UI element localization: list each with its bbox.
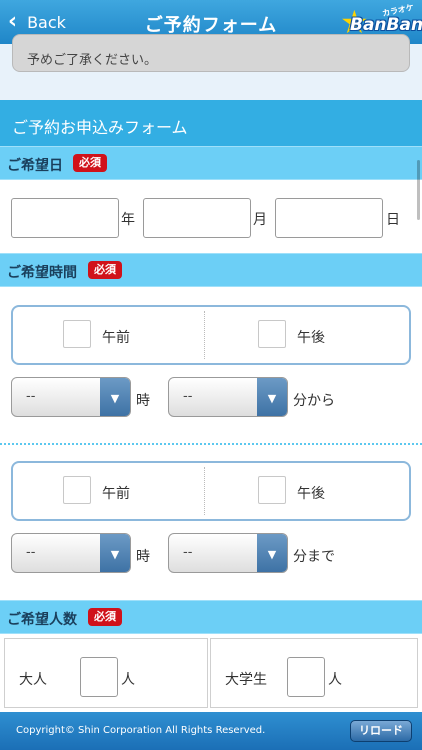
pm-label: 午後 [297, 330, 325, 346]
required-badge: 必須 [88, 261, 122, 279]
section-time: ご希望時間 必須 [0, 253, 422, 287]
adult-cell: 大人 人 [4, 638, 208, 708]
adult-label: 大人 [19, 672, 47, 688]
day-unit: 日 [386, 212, 400, 228]
footer: Copyright© Shin Corporation All Rights R… [0, 712, 422, 750]
dropdown-arrow-icon: ▼ [257, 534, 287, 572]
notice-box: 予めご了承ください。 [12, 34, 410, 72]
dropdown-arrow-icon: ▼ [257, 378, 287, 416]
minute-from-unit: 分から [293, 393, 335, 409]
start-am-checkbox[interactable] [63, 320, 91, 348]
time-section-label: ご希望時間 [7, 265, 77, 281]
section-date: ご希望日 必須 [0, 146, 422, 180]
day-input[interactable] [275, 198, 383, 238]
section-people: ご希望人数 必須 [0, 600, 422, 634]
student-label: 大学生 [225, 672, 267, 688]
select-value: -- [183, 389, 193, 404]
start-minute-select[interactable]: -- ▼ [168, 377, 288, 417]
adult-unit: 人 [121, 672, 135, 688]
required-badge: 必須 [88, 608, 122, 626]
divider [204, 467, 205, 515]
student-unit: 人 [328, 672, 342, 688]
end-hour-select[interactable]: -- ▼ [11, 533, 131, 573]
end-pm-checkbox[interactable] [258, 476, 286, 504]
year-input[interactable] [11, 198, 119, 238]
end-ampm-group: 午前 午後 [11, 461, 411, 521]
month-input[interactable] [143, 198, 251, 238]
dropdown-arrow-icon: ▼ [100, 378, 130, 416]
notice-area: 予めご了承ください。 [0, 34, 422, 100]
start-ampm-group: 午前 午後 [11, 305, 411, 365]
end-am-checkbox[interactable] [63, 476, 91, 504]
form-header: ご予約お申込みフォーム [0, 100, 422, 146]
start-hour-select[interactable]: -- ▼ [11, 377, 131, 417]
people-row: 大人 人 大学生 人 [0, 634, 422, 712]
select-value: -- [183, 545, 193, 560]
dropdown-arrow-icon: ▼ [100, 534, 130, 572]
minute-to-unit: 分まで [293, 549, 335, 565]
pm-label: 午後 [297, 486, 325, 502]
copyright-text: Copyright© Shin Corporation All Rights R… [16, 725, 266, 736]
adult-count-input[interactable] [80, 657, 118, 697]
notice-text: 予めご了承ください。 [27, 53, 158, 68]
people-section-label: ご希望人数 [7, 612, 77, 628]
required-badge: 必須 [73, 154, 107, 172]
divider [204, 311, 205, 359]
reload-button[interactable]: リロード [350, 720, 412, 742]
month-unit: 月 [253, 212, 267, 228]
year-unit: 年 [121, 212, 135, 228]
start-pm-checkbox[interactable] [258, 320, 286, 348]
am-label: 午前 [102, 486, 130, 502]
hour-unit: 時 [136, 393, 150, 409]
separator [0, 443, 422, 445]
am-label: 午前 [102, 330, 130, 346]
select-value: -- [26, 545, 36, 560]
select-value: -- [26, 389, 36, 404]
date-section-label: ご希望日 [7, 158, 63, 174]
scrollbar[interactable] [417, 160, 420, 220]
end-minute-select[interactable]: -- ▼ [168, 533, 288, 573]
student-cell: 大学生 人 [210, 638, 418, 708]
student-count-input[interactable] [287, 657, 325, 697]
hour-unit: 時 [136, 549, 150, 565]
